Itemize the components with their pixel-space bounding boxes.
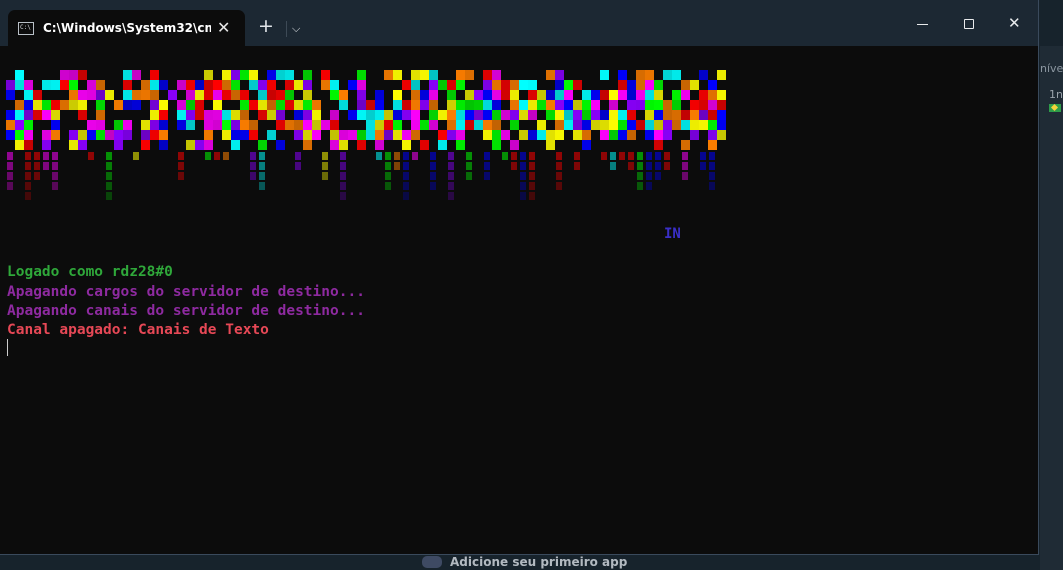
tab-cmd[interactable]: C:\Windows\System32\cmd.e ✕ [8, 10, 245, 46]
banner-tag: IN [664, 226, 681, 242]
cmd-icon [18, 21, 34, 35]
chevron-down-icon[interactable]: ⌵ [292, 21, 300, 37]
minimize-icon[interactable] [917, 24, 928, 25]
tab-close-icon[interactable]: ✕ [217, 20, 230, 36]
deleting-roles-line: Apagando cargos do servidor de destino..… [7, 284, 365, 300]
close-icon[interactable]: ✕ [1008, 14, 1021, 32]
tab-divider [286, 21, 287, 37]
background-app-panel [1040, 46, 1063, 570]
desktop: nível 1n Adicione seu primeiro app C:\Wi… [0, 0, 1063, 570]
deleting-channels-line: Apagando canais do servidor de destino..… [7, 303, 365, 319]
ascii-art-banner [6, 70, 726, 200]
login-status-line: Logado como rdz28#0 [7, 264, 173, 280]
background-add-app-bar[interactable]: Adicione seu primeiro app [400, 554, 660, 570]
tab-title: C:\Windows\System32\cmd.e [43, 21, 211, 35]
add-first-app-label: Adicione seu primeiro app [450, 555, 628, 569]
terminal-window: C:\Windows\System32\cmd.e ✕ + ⌵ ✕ IN Log… [0, 0, 1039, 555]
maximize-icon[interactable] [964, 19, 974, 29]
new-tab-button[interactable]: + [258, 16, 274, 36]
brazil-flag-icon [1049, 104, 1061, 112]
terminal-output[interactable]: IN Logado como rdz28#0 Apagando cargos d… [0, 46, 1038, 554]
channel-deleted-line: Canal apagado: Canais de Texto [7, 322, 269, 338]
background-app-text-secondary: 1n [1049, 88, 1063, 101]
title-bar[interactable]: C:\Windows\System32\cmd.e ✕ + ⌵ ✕ [0, 0, 1038, 46]
text-cursor [7, 339, 8, 356]
background-app-text: nível [1040, 62, 1063, 75]
gamepad-icon [422, 556, 442, 568]
